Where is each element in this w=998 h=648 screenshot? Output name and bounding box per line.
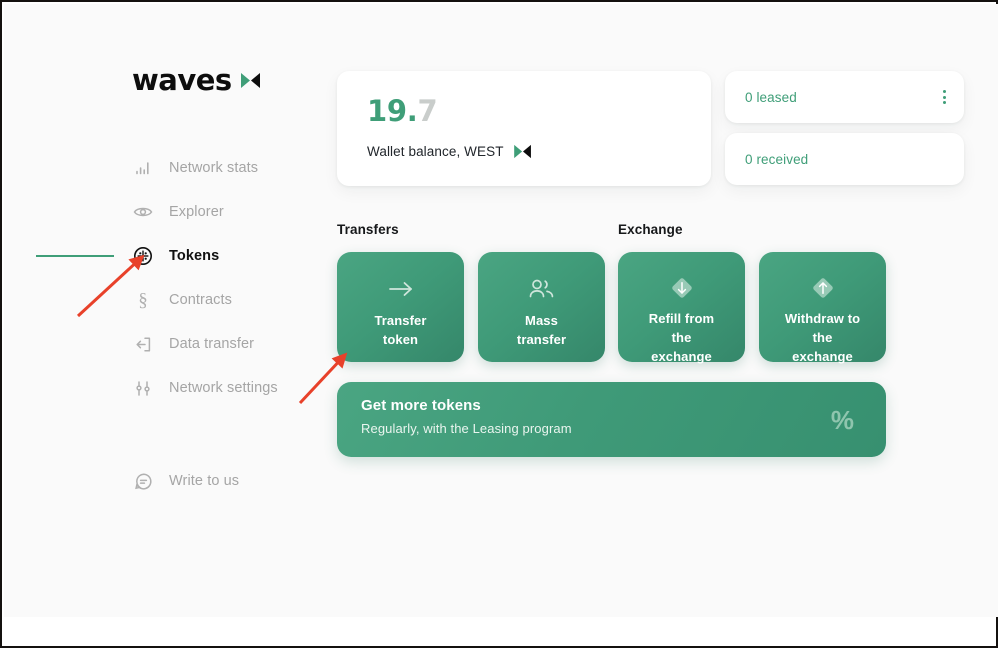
balance-whole: 19. [367,94,417,128]
brand-logo[interactable]: waves [132,66,261,95]
transfer-token-tile[interactable]: Transfertoken [337,252,464,362]
mass-transfer-tile[interactable]: Masstransfer [478,252,605,362]
received-card[interactable]: 0 received [725,133,964,185]
arrow-right-icon [386,274,416,304]
wallet-balance-value: 19.7 [367,97,681,126]
sidebar-item-network-stats[interactable]: Network stats [4,146,334,190]
received-label: 0 received [745,152,808,167]
sidebar-item-explorer[interactable]: Explorer [4,190,334,234]
app-viewport: waves [4,4,998,617]
chat-bubble-icon [132,470,154,492]
promo-subtitle: Regularly, with the Leasing program [361,421,862,436]
sidebar-item-tokens[interactable]: Tokens [4,234,334,278]
two-people-icon [528,274,556,304]
sidebar-item-label: Write to us [169,473,239,489]
data-transfer-icon [132,333,154,355]
browser-window-frame: waves [0,0,998,648]
wallet-balance-caption: Wallet balance, WEST [367,144,681,159]
sidebar-item-data-transfer[interactable]: Data transfer [4,322,334,366]
sidebar-item-contracts[interactable]: § Contracts [4,278,334,322]
sidebar-item-label: Data transfer [169,336,254,352]
balance-fraction: 7 [417,94,437,128]
tile-label: Masstransfer [478,312,605,350]
sliders-icon [132,377,154,399]
brand-wordmark: waves [132,66,232,95]
refill-from-exchange-tile[interactable]: Refill fromtheexchange [618,252,745,362]
sidebar-item-label: Tokens [169,248,219,264]
get-more-tokens-banner[interactable]: Get more tokens Regularly, with the Leas… [337,382,886,457]
kebab-menu-icon[interactable] [943,90,946,104]
section-label-exchange: Exchange [618,222,683,237]
sidebar: waves [4,4,334,617]
sidebar-item-label: Explorer [169,204,224,220]
tile-label: Refill fromtheexchange [618,310,745,367]
sidebar-item-write-to-us[interactable]: Write to us [4,459,334,503]
section-label-transfers: Transfers [337,222,399,237]
bar-chart-icon [132,157,154,179]
sidebar-item-label: Network settings [169,380,278,396]
wallet-balance-caption-text: Wallet balance, WEST [367,144,504,159]
west-token-icon [514,144,532,159]
tile-label: Withdraw totheexchange [759,310,886,367]
diamond-arrow-down-icon [668,274,696,302]
promo-title: Get more tokens [361,397,862,414]
wallet-balance-card: 19.7 Wallet balance, WEST [337,71,711,186]
active-nav-indicator [36,255,114,257]
token-circle-icon [132,245,154,267]
eye-icon [132,201,154,223]
section-sign-icon: § [132,289,154,311]
withdraw-to-exchange-tile[interactable]: Withdraw totheexchange [759,252,886,362]
sidebar-nav: Network stats Explorer [4,146,334,410]
waves-logomark-icon [241,72,261,89]
main-content: 19.7 Wallet balance, WEST 0 leased [334,4,998,617]
sidebar-item-label: Contracts [169,292,232,308]
diamond-arrow-up-icon [809,274,837,302]
leased-card[interactable]: 0 leased [725,71,964,123]
leased-label: 0 leased [745,90,797,105]
sidebar-item-label: Network stats [169,160,258,176]
tile-label: Transfertoken [337,312,464,350]
sidebar-item-network-settings[interactable]: Network settings [4,366,334,410]
percent-icon: % [831,407,854,433]
